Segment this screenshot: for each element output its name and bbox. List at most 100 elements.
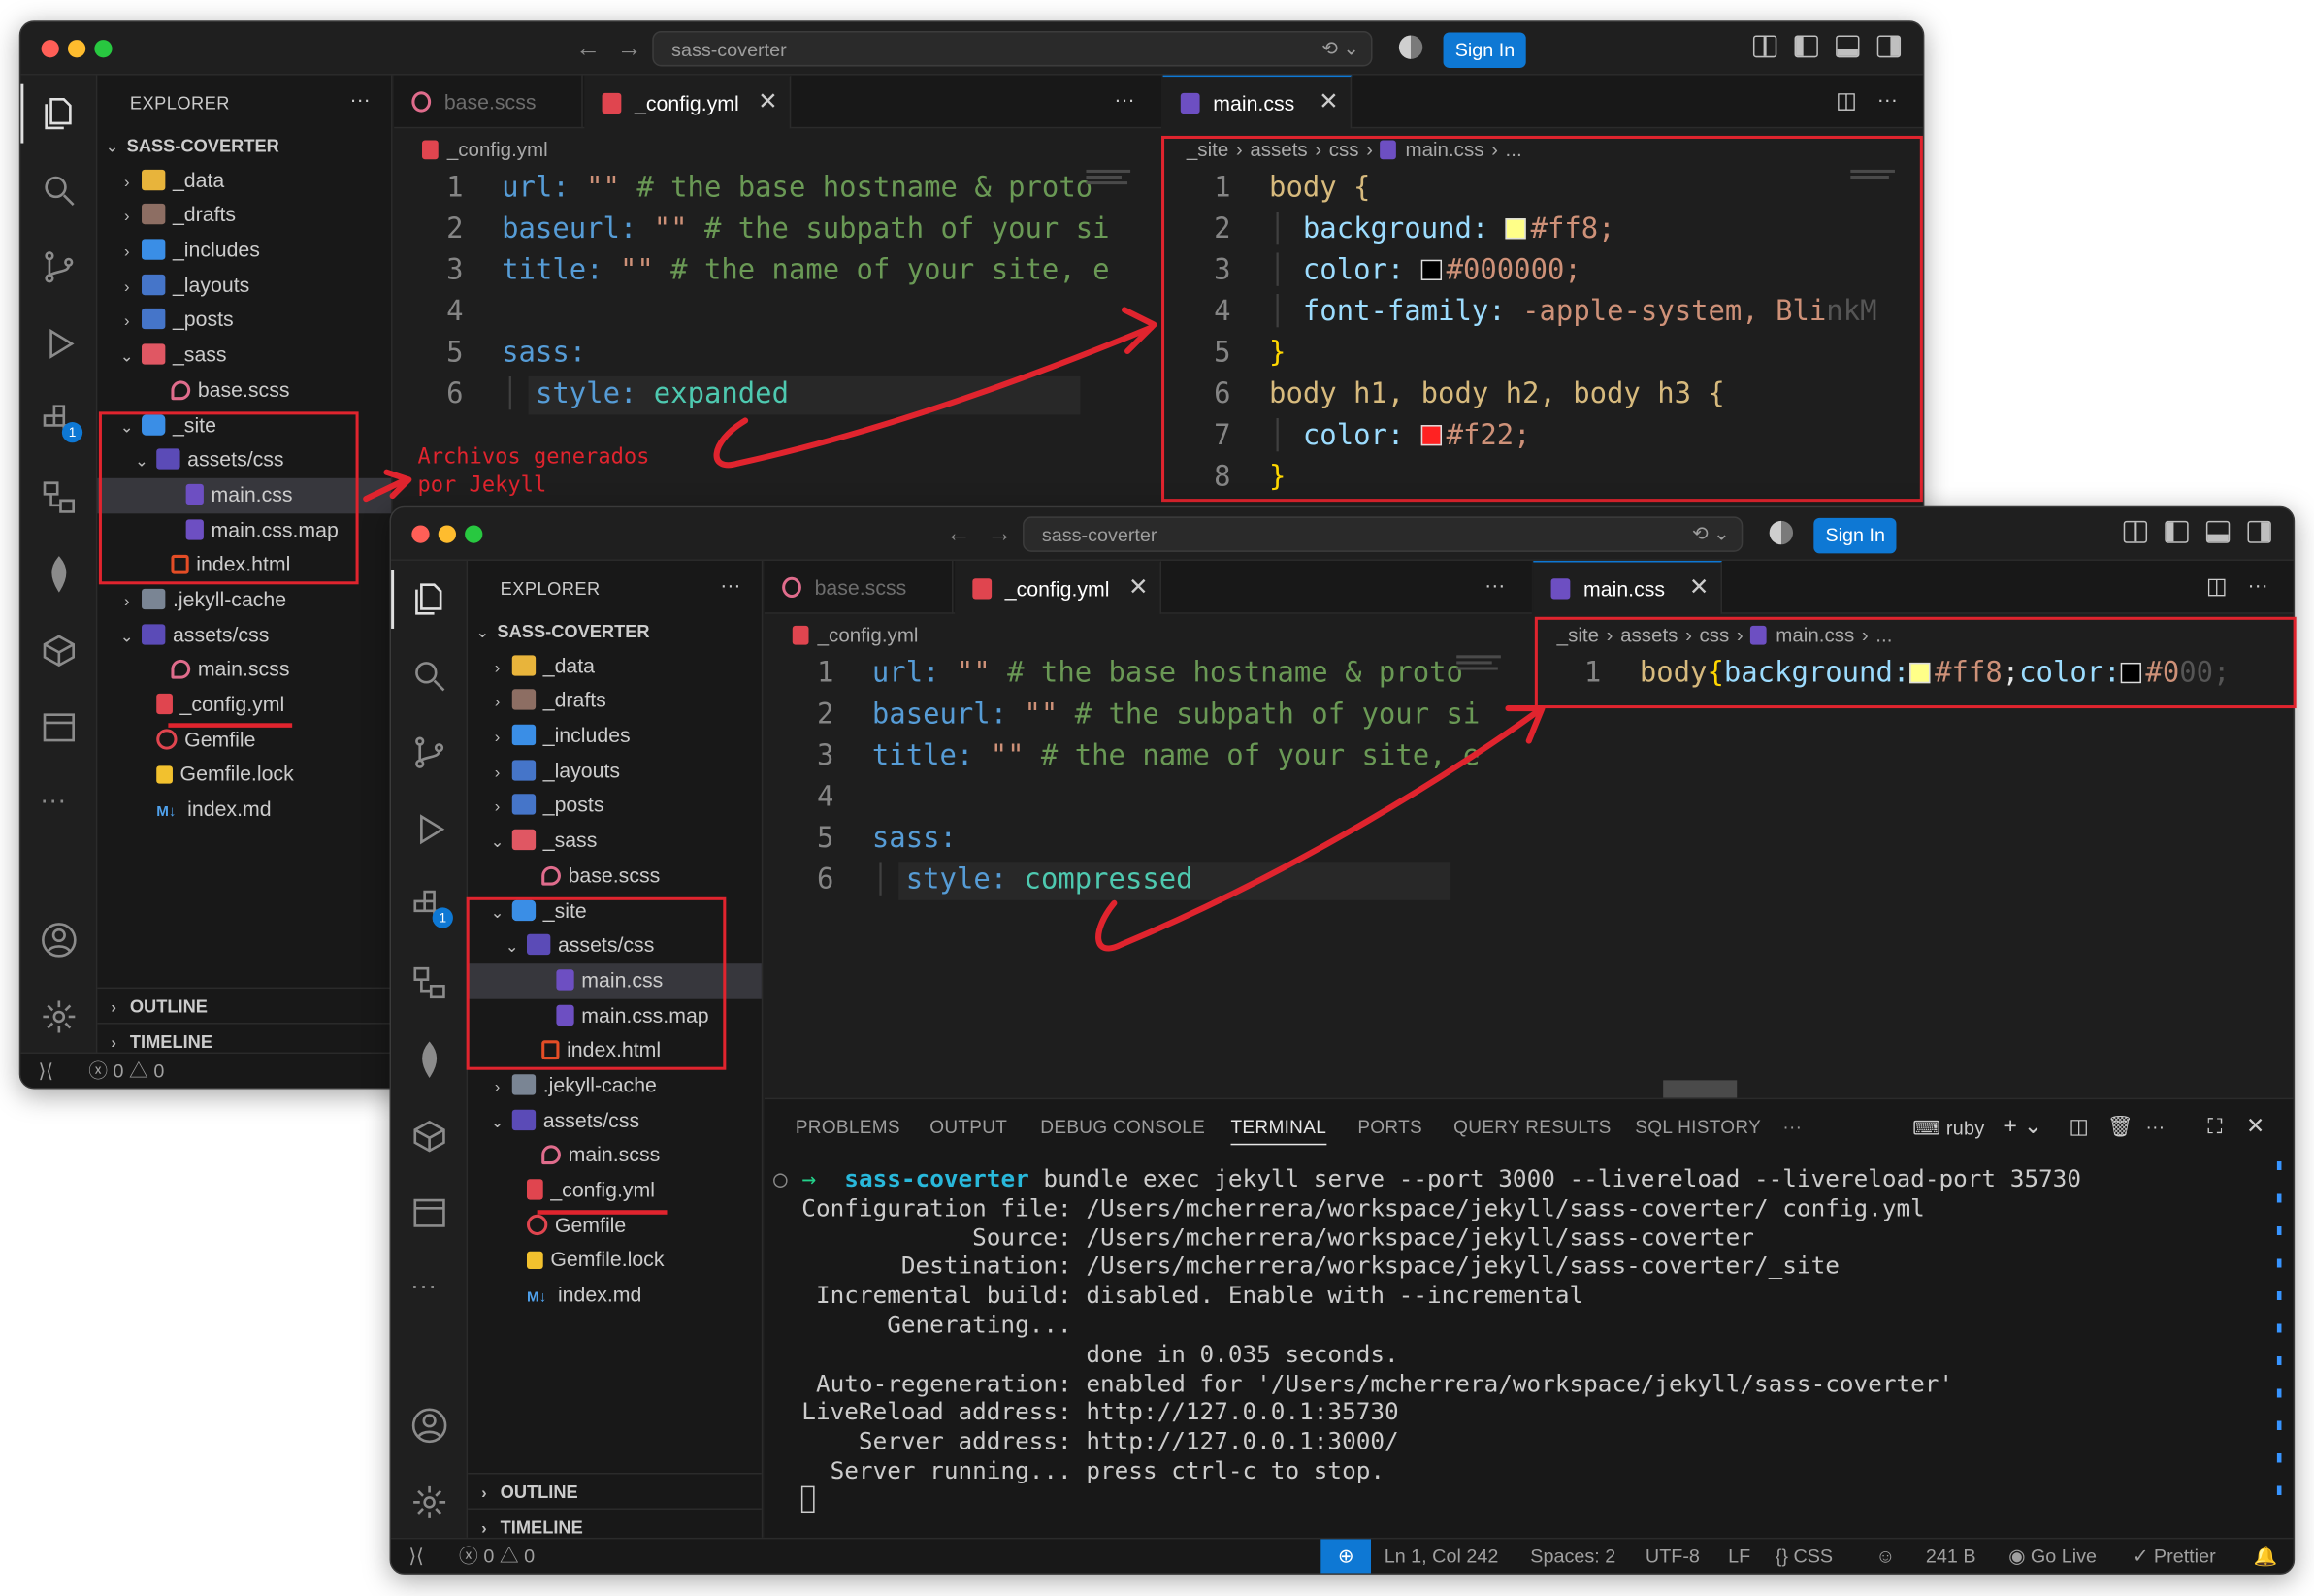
tree-item-drafts[interactable]: › _drafts — [97, 198, 391, 233]
end-of-line[interactable]: LF — [1728, 1539, 1750, 1573]
tree-item-base-scss[interactable]: base.scss — [468, 859, 762, 894]
panel-more-icon[interactable]: ··· — [2146, 1117, 2166, 1137]
source-control-icon[interactable] — [40, 248, 79, 287]
toggle-panel-icon[interactable] — [2205, 520, 2231, 543]
panel-tab[interactable]: PROBLEMS — [796, 1117, 900, 1137]
minimap[interactable] — [1086, 167, 1145, 187]
close-window-button[interactable] — [41, 40, 59, 58]
editor-more-icon[interactable]: ··· — [1877, 87, 1898, 111]
chat-icon[interactable]: ⟲ ⌄ — [1692, 522, 1730, 545]
toggle-sidebar-icon[interactable] — [2165, 520, 2189, 543]
tab-base-scss[interactable]: base.scss — [765, 560, 954, 614]
close-tab-icon[interactable]: ✕ — [758, 77, 777, 130]
breadcrumb-segment[interactable]: main.css — [1405, 139, 1483, 161]
indentation[interactable]: Spaces: 2 — [1530, 1539, 1615, 1573]
close-tab-icon[interactable]: ✕ — [1319, 77, 1338, 130]
tree-item-index-md[interactable]: M↓ index.md — [468, 1278, 762, 1313]
more-icon[interactable]: ··· — [410, 1271, 449, 1310]
breadcrumb-segment[interactable]: assets — [1620, 624, 1678, 646]
panel-tab[interactable]: TERMINAL — [1230, 1117, 1327, 1146]
panel-tab[interactable]: QUERY RESULTS — [1453, 1117, 1611, 1137]
tree-item-assets-css[interactable]: ⌄ assets/css — [468, 928, 762, 963]
close-tab-icon[interactable]: ✕ — [1689, 563, 1709, 616]
editor-more-icon[interactable]: ··· — [2247, 572, 2267, 596]
tree-item-main-css[interactable]: main.css — [468, 963, 762, 999]
tree-item-jekyll-cache[interactable]: › .jekyll-cache — [468, 1068, 762, 1103]
tree-item-sass[interactable]: ⌄ _sass — [97, 338, 391, 373]
tab-config-yml[interactable]: _config.yml ✕ — [955, 560, 1162, 616]
toggle-sidebar-icon[interactable] — [1794, 35, 1818, 58]
tree-item-main-scss[interactable]: main.scss — [468, 1138, 762, 1173]
color-swatch[interactable] — [2120, 662, 2141, 684]
tree-item-gemfile[interactable]: Gemfile — [97, 723, 391, 758]
copilot-icon[interactable] — [1769, 520, 1794, 545]
settings-gear-icon[interactable] — [410, 1483, 449, 1522]
back-arrow-icon[interactable]: ← — [575, 34, 601, 63]
account-icon[interactable] — [410, 1407, 449, 1446]
breadcrumb-segment[interactable]: _site — [1187, 139, 1228, 161]
breadcrumb-segment[interactable]: css — [1329, 139, 1359, 161]
tree-item-base-scss[interactable]: base.scss — [97, 374, 391, 408]
tree-item-site[interactable]: ⌄ _site — [97, 408, 391, 443]
toggle-panel-icon[interactable] — [1836, 35, 1860, 58]
zoom-window-button[interactable] — [94, 40, 113, 58]
outline-section[interactable]: › OUTLINE — [468, 1472, 762, 1509]
mongodb-leaf-icon[interactable] — [40, 555, 79, 594]
tree-item-gemfile-lock[interactable]: Gemfile.lock — [97, 758, 391, 793]
minimap[interactable] — [1850, 167, 1909, 181]
breadcrumb-segment[interactable]: assets — [1250, 139, 1307, 161]
tree-item-assets-css-2[interactable]: ⌄ assets/css — [468, 1103, 762, 1138]
tree-item-site[interactable]: ⌄ _site — [468, 894, 762, 928]
command-center[interactable]: sass-coverter ⟲ ⌄ — [1023, 516, 1744, 552]
cursor-position[interactable]: Ln 1, Col 242 — [1385, 1539, 1499, 1573]
extensions-icon[interactable]: 1 — [410, 887, 453, 928]
close-panel-icon[interactable]: ✕ — [2246, 1113, 2265, 1139]
trash-icon[interactable]: 🗑 — [2107, 1114, 2134, 1139]
editor-more-icon[interactable]: ··· — [1484, 572, 1505, 596]
breadcrumb-segment[interactable]: _site — [1557, 624, 1599, 646]
tree-item-index-html[interactable]: index.html — [97, 548, 391, 583]
maximize-panel-icon[interactable]: ⛶ — [2207, 1114, 2222, 1139]
color-swatch[interactable] — [1909, 662, 1931, 684]
remote-explorer-icon[interactable] — [410, 963, 449, 1002]
tree-item-index-md[interactable]: M↓ index.md — [97, 793, 391, 828]
explorer-more-icon[interactable]: ··· — [720, 572, 740, 596]
panel-tab[interactable]: DEBUG CONSOLE — [1040, 1117, 1205, 1137]
breadcrumb-segment[interactable]: main.css — [1776, 624, 1854, 646]
tab-main-css[interactable]: main.css ✕ — [1533, 560, 1723, 616]
tree-item-config-yml[interactable]: _config.yml — [97, 688, 391, 723]
copilot-status-icon[interactable]: ☺ — [1875, 1539, 1895, 1573]
color-swatch[interactable] — [1505, 218, 1527, 240]
extensions-icon[interactable]: 1 — [40, 402, 83, 443]
account-icon[interactable] — [40, 921, 79, 960]
tree-item-data[interactable]: › _data — [468, 649, 762, 684]
tree-item-includes[interactable]: › _includes — [468, 719, 762, 754]
sign-in-button[interactable]: Sign In — [1813, 517, 1898, 554]
config-editor[interactable]: 1 url: "" # the base hostname & proto 2 bas… — [405, 167, 1109, 415]
editor-more-icon[interactable]: ··· — [1114, 87, 1134, 111]
zoom-window-button[interactable] — [465, 525, 483, 543]
containers-icon[interactable] — [40, 632, 79, 670]
terminal-profile[interactable]: ⌨ ruby — [1912, 1117, 1984, 1140]
encoding[interactable]: UTF-8 — [1646, 1539, 1700, 1573]
tree-item-main-css-map[interactable]: main.css.map — [97, 513, 391, 548]
color-swatch[interactable] — [1420, 259, 1443, 280]
settings-gear-icon[interactable] — [40, 997, 79, 1036]
source-control-icon[interactable] — [410, 733, 449, 772]
tree-item-main-css-map[interactable]: main.css.map — [468, 998, 762, 1033]
breadcrumb[interactable]: _site › assets › css › main.css ›... — [1187, 134, 1522, 166]
close-tab-icon[interactable]: ✕ — [1128, 563, 1148, 616]
horizontal-scrollbar[interactable] — [1663, 1080, 1738, 1098]
breadcrumb-segment[interactable]: css — [1700, 624, 1730, 646]
tree-item-sass[interactable]: ⌄ _sass — [468, 824, 762, 859]
breadcrumb-segment[interactable]: ... — [1875, 624, 1892, 646]
breadcrumb[interactable]: _config.yml — [422, 134, 548, 166]
tree-item-main-css[interactable]: main.css — [97, 477, 392, 513]
config-editor[interactable]: 1 url: "" # the base hostname & proto 2 bas… — [775, 652, 1480, 900]
split-terminal-icon[interactable]: ◫ — [2069, 1114, 2088, 1139]
forward-arrow-icon[interactable]: → — [617, 34, 642, 63]
run-debug-icon[interactable] — [40, 325, 79, 364]
split-editor-icon[interactable]: ◫ — [1836, 87, 1857, 114]
tree-item-layouts[interactable]: › _layouts — [97, 268, 391, 303]
database-icon[interactable] — [410, 1193, 449, 1232]
